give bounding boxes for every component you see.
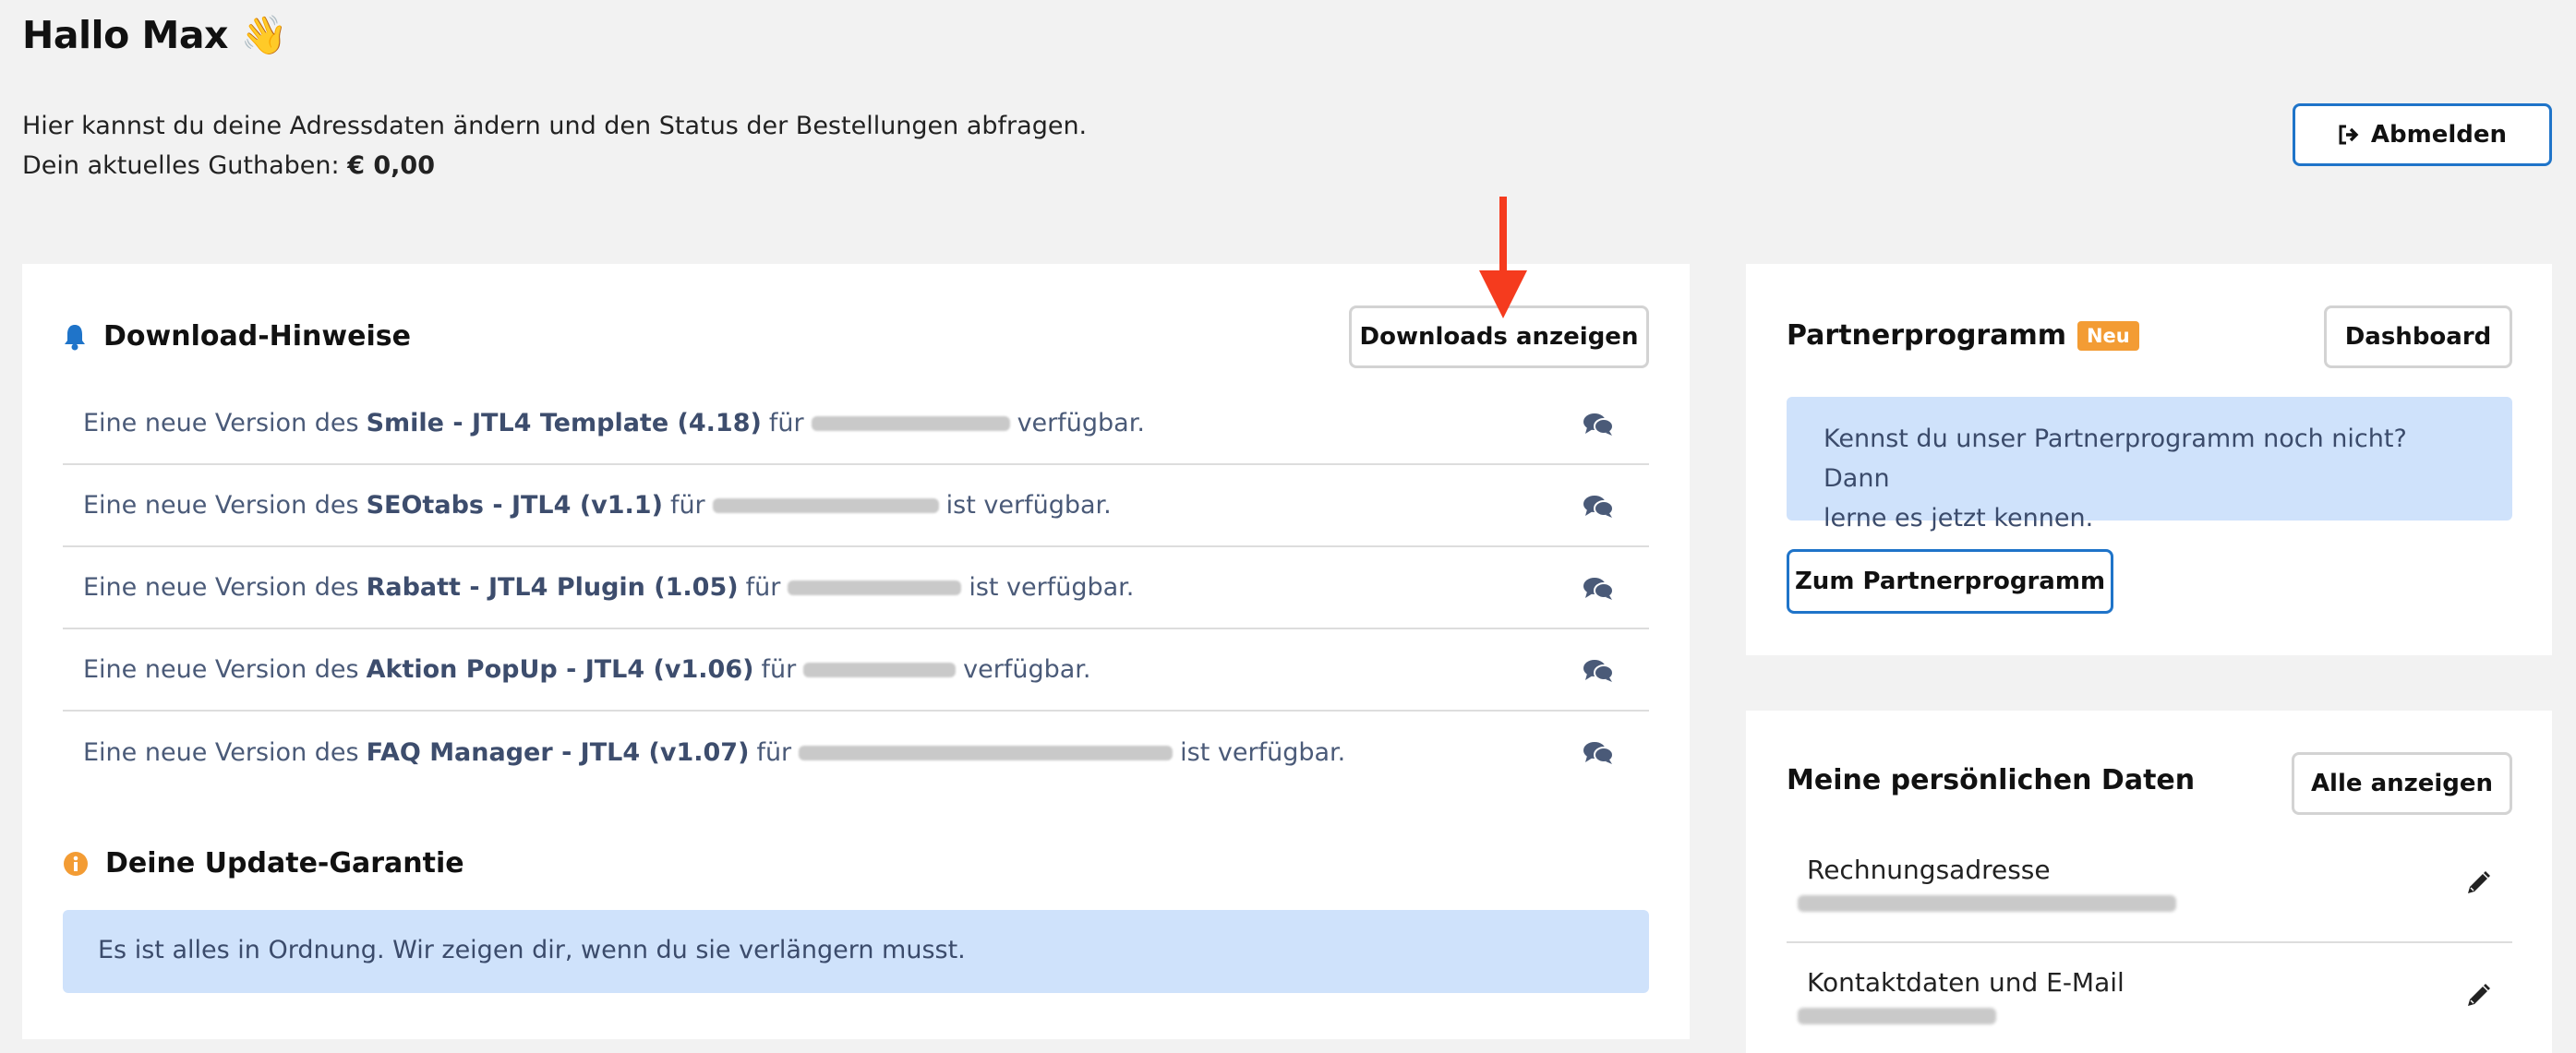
item-for: für [761,655,797,684]
item-prefix: Eine neue Version des [83,738,359,767]
annotation-arrow-icon [1479,197,1527,318]
item-product: Rabatt - JTL4 Plugin (1.05) [366,573,739,602]
redacted-domain [799,745,1174,760]
downloads-heading: Download-Hinweise [63,320,411,353]
item-prefix: Eine neue Version des [83,491,359,520]
comments-icon[interactable] [1583,413,1614,437]
partner-heading-label: Partnerprogramm [1787,319,2066,352]
item-for: für [768,409,804,437]
redacted-address [1798,895,2176,912]
bell-icon [65,324,85,350]
item-suffix: verfügbar. [963,655,1091,684]
personal-data-card: Meine persönlichen Daten Alle anzeigen R… [1746,711,2552,1053]
sign-out-icon [2339,125,2359,145]
guarantee-info-box: Es ist alles in Ordnung. Wir zeigen dir,… [63,910,1649,993]
partner-info-line: lerne es jetzt kennen. [1824,504,2094,532]
downloads-heading-label: Download-Hinweise [103,320,411,353]
partner-program-label: Zum Partnerprogramm [1794,568,2106,595]
partner-info-box: Kennst du unser Partnerprogramm noch nic… [1787,397,2512,532]
logout-button[interactable]: Abmelden [2293,103,2552,166]
partner-heading: Partnerprogramm Neu [1787,319,2139,352]
item-suffix: ist verfügbar. [969,573,1135,602]
intro-text: Hier kannst du deine Adressdaten ändern … [22,106,1087,185]
balance-line: Dein aktuelles Guthaben: € 0,00 [22,146,1087,185]
billing-address-label: Rechnungsadresse [1807,855,2051,885]
guarantee-message: Es ist alles in Ordnung. Wir zeigen dir,… [98,936,966,964]
item-suffix: ist verfügbar. [1180,738,1346,767]
partner-info-line: Kennst du unser Partnerprogramm noch nic… [1824,425,2407,493]
redacted-email [1798,1008,1996,1024]
item-for: für [669,491,705,520]
list-item[interactable]: Eine neue Version des FAQ Manager - JTL4… [63,712,1649,794]
comments-icon[interactable] [1583,659,1614,683]
partner-program-button[interactable]: Zum Partnerprogramm [1787,549,2113,614]
item-product: FAQ Manager - JTL4 (v1.07) [366,738,750,767]
downloads-card: Download-Hinweise Downloads anzeigen Ein… [22,264,1690,1039]
balance-value: € 0,00 [347,151,435,180]
show-downloads-label: Downloads anzeigen [1359,323,1639,351]
personal-heading-label: Meine persönlichen Daten [1787,764,2196,796]
list-item[interactable]: Eine neue Version des Aktion PopUp - JTL… [63,629,1649,712]
intro-line: Hier kannst du deine Adressdaten ändern … [22,112,1088,140]
billing-address-row[interactable]: Rechnungsadresse [1787,832,2512,943]
comments-icon[interactable] [1583,577,1614,601]
item-suffix: ist verfügbar. [945,491,1112,520]
redacted-domain [788,580,962,595]
new-badge: Neu [2076,320,2139,351]
partner-card: Partnerprogramm Neu Dashboard Kennst du … [1746,264,2552,655]
pencil-icon[interactable] [2464,869,2492,897]
comments-icon[interactable] [1583,741,1614,765]
info-circle-icon [64,851,88,876]
list-item[interactable]: Eine neue Version des SEOtabs - JTL4 (v1… [63,465,1649,547]
item-product: Smile - JTL4 Template (4.18) [366,409,762,437]
logout-label: Abmelden [2370,121,2508,149]
personal-heading: Meine persönlichen Daten [1787,764,2195,796]
comments-icon[interactable] [1583,495,1614,519]
contact-data-row[interactable]: Kontaktdaten und E-Mail [1787,945,2512,1053]
item-for: für [745,573,781,602]
dashboard-button[interactable]: Dashboard [2324,305,2512,368]
redacted-domain [803,662,957,677]
item-product: SEOtabs - JTL4 (v1.1) [366,491,663,520]
guarantee-heading-label: Deine Update-Garantie [105,847,464,879]
item-product: Aktion PopUp - JTL4 (v1.06) [366,655,754,684]
guarantee-heading: Deine Update-Garantie [63,847,464,879]
pencil-icon[interactable] [2464,982,2492,1010]
page-title: Hallo Max 👋 [22,13,288,57]
show-all-label: Alle anzeigen [2310,770,2494,797]
item-suffix: verfügbar. [1017,409,1145,437]
contact-data-label: Kontaktdaten und E-Mail [1807,967,2125,998]
item-for: für [756,738,792,767]
balance-label: Dein aktuelles Guthaben: [22,151,340,180]
item-prefix: Eine neue Version des [83,573,359,602]
dashboard-label: Dashboard [2344,323,2492,351]
list-item[interactable]: Eine neue Version des Smile - JTL4 Templ… [63,383,1649,465]
list-item[interactable]: Eine neue Version des Rabatt - JTL4 Plug… [63,547,1649,629]
redacted-domain [712,497,939,513]
item-prefix: Eine neue Version des [83,655,359,684]
item-prefix: Eine neue Version des [83,409,359,437]
redacted-domain [811,415,1010,431]
show-all-button[interactable]: Alle anzeigen [2292,752,2512,815]
